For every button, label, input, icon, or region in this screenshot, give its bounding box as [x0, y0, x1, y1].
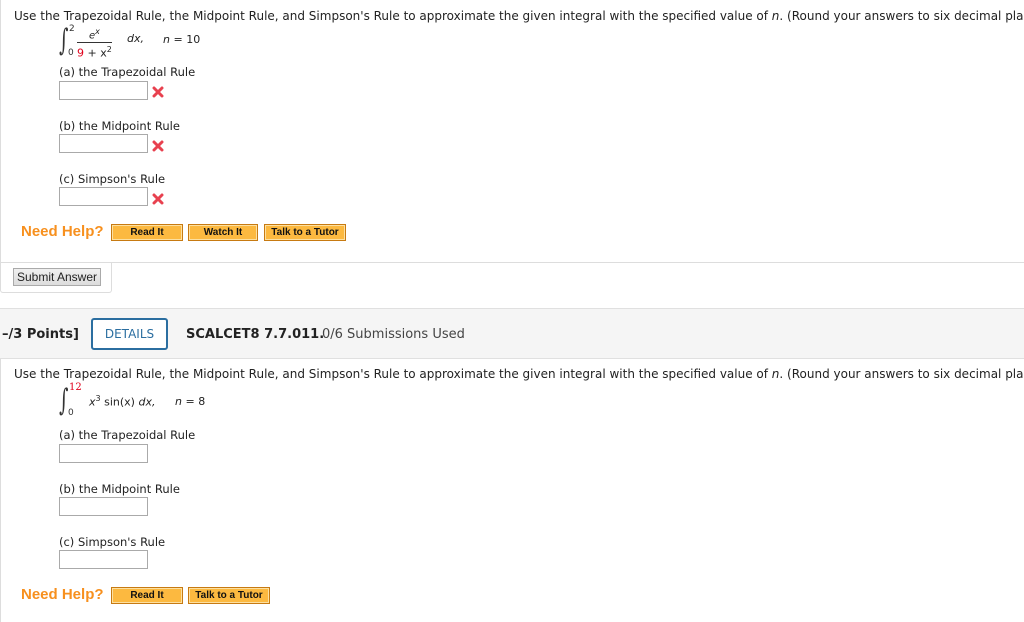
part-c-input[interactable] [59, 187, 148, 206]
integral-expression-1: ∫ 2 0 ex 9 + x2 dx, n = 10 [59, 24, 259, 60]
fraction: ex 9 + x2 [77, 26, 112, 60]
need-help-label: Need Help? [21, 223, 104, 240]
n-value: = 10 [173, 33, 201, 46]
denominator-term: + x [84, 46, 107, 60]
part-b-input[interactable] [59, 497, 148, 516]
integral-sign: ∫ [59, 23, 69, 58]
talk-to-tutor-button[interactable]: Talk to a Tutor [264, 224, 346, 241]
part-c-label: (c) Simpson's Rule [59, 535, 166, 549]
upper-limit: 12 [69, 382, 82, 393]
question-2-prompt: Use the Trapezoidal Rule, the Midpoint R… [14, 367, 1024, 381]
part-c-label: (c) Simpson's Rule [59, 172, 166, 186]
differential-text: dx, [127, 32, 144, 45]
integrand: x3 sin(x) dx, [89, 394, 155, 409]
watch-it-button[interactable]: Watch It [188, 224, 258, 241]
part-a-label: (a) the Trapezoidal Rule [59, 65, 196, 79]
n-spec: n = 8 [175, 395, 205, 408]
question-2-panel: Use the Trapezoidal Rule, the Midpoint R… [0, 359, 1024, 622]
lower-limit: 0 [68, 48, 74, 58]
denominator: 9 + x2 [77, 43, 112, 60]
part-c-input[interactable] [59, 550, 148, 569]
part-a-input[interactable] [59, 81, 148, 100]
read-it-button[interactable]: Read It [111, 587, 183, 604]
n-spec: n = 10 [163, 33, 200, 46]
submissions-used: 0/6 Submissions Used [322, 327, 465, 342]
integral-sign: ∫ [59, 383, 69, 418]
integral-expression-2: ∫ 12 0 x3 sin(x) dx, n = 8 [59, 382, 259, 420]
differential-text: dx, [138, 395, 156, 409]
upper-limit: 2 [69, 24, 75, 34]
n-label: n [175, 395, 182, 408]
submit-answer-button[interactable]: Submit Answer [13, 268, 101, 286]
lower-limit: 0 [68, 408, 74, 418]
part-b-input[interactable] [59, 134, 148, 153]
question-1-panel: Use the Trapezoidal Rule, the Midpoint R… [0, 0, 1024, 263]
integrand-function: sin(x) [100, 395, 139, 409]
prompt-text-end: . (Round your answers to six decimal pla… [779, 9, 1024, 23]
part-a-input[interactable] [59, 444, 148, 463]
x-mark-icon [152, 193, 164, 205]
x-mark-icon [152, 140, 164, 152]
talk-to-tutor-button[interactable]: Talk to a Tutor [188, 587, 270, 604]
x-mark-icon [152, 86, 164, 98]
part-a-label: (a) the Trapezoidal Rule [59, 428, 196, 442]
part-b-label: (b) the Midpoint Rule [59, 119, 180, 133]
n-value: = 8 [185, 395, 206, 408]
denominator-constant: 9 [77, 46, 84, 60]
part-b-label: (b) the Midpoint Rule [59, 482, 180, 496]
numerator: ex [77, 26, 112, 44]
denominator-exponent: 2 [106, 45, 112, 55]
need-help-label: Need Help? [21, 586, 104, 603]
prompt-text: Use the Trapezoidal Rule, the Midpoint R… [14, 9, 772, 23]
prompt-text-end: . (Round your answers to six decimal pla… [779, 367, 1024, 381]
question-id: SCALCET8 7.7.011. [186, 327, 325, 342]
numerator-exponent: x [95, 27, 100, 36]
n-label: n [163, 33, 170, 46]
points-label: –/3 Points] [2, 327, 79, 342]
differential: dx, [127, 32, 144, 45]
prompt-text: Use the Trapezoidal Rule, the Midpoint R… [14, 367, 772, 381]
submit-area: Submit Answer [0, 263, 112, 293]
question-1-prompt: Use the Trapezoidal Rule, the Midpoint R… [14, 9, 1024, 23]
details-button[interactable]: DETAILS [91, 318, 168, 350]
read-it-button[interactable]: Read It [111, 224, 183, 241]
question-2-header: –/3 Points] DETAILS SCALCET8 7.7.011. 0/… [0, 308, 1024, 359]
